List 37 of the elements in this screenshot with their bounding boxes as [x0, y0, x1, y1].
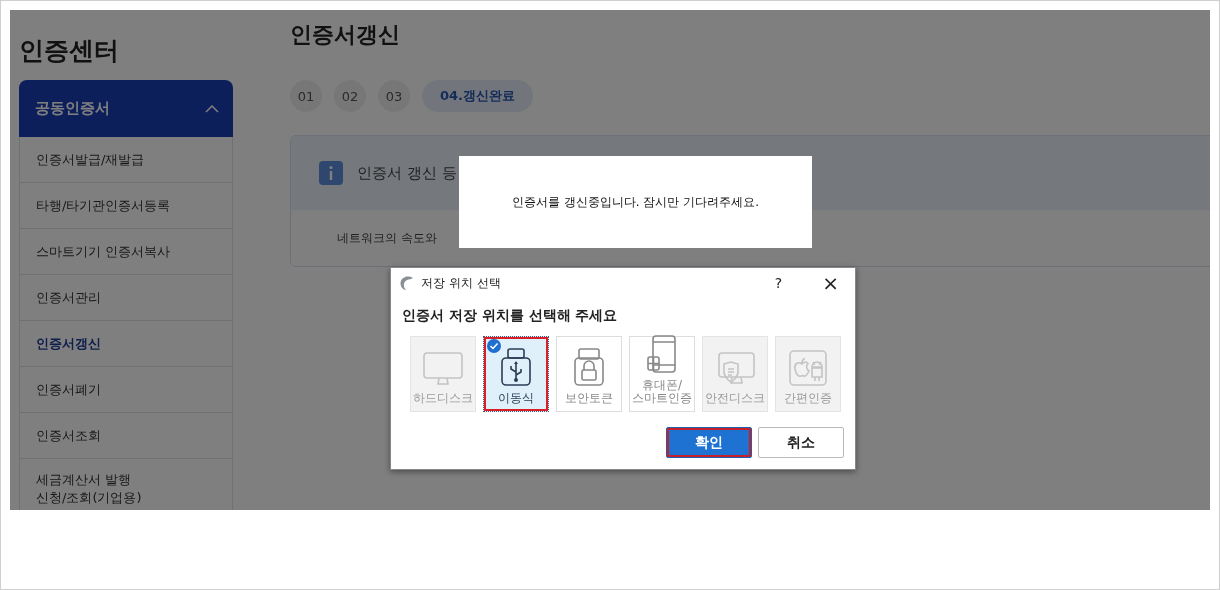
sidebar-item[interactable]: 인증서조회	[19, 413, 233, 459]
menu-group-header[interactable]: 공동인증서	[19, 80, 233, 137]
sidebar-item[interactable]: 인증서발급/재발급	[19, 137, 233, 183]
step-indicator[interactable]: 03	[378, 80, 410, 112]
page-title: 인증서갱신	[290, 21, 401, 49]
info-heading: 인증서 갱신 등	[357, 163, 457, 183]
sidebar-item[interactable]: 인증서폐기	[19, 367, 233, 413]
info-text: 네트워크의 속도와	[337, 229, 437, 247]
step-indicator[interactable]: 01	[290, 80, 322, 112]
cancel-button[interactable]: 취소	[758, 427, 844, 458]
shield-monitor-icon	[715, 352, 755, 386]
check-icon	[487, 339, 501, 353]
close-button[interactable]: ×	[816, 271, 845, 295]
storage-option[interactable]: 보안토큰	[556, 336, 622, 412]
sidebar-title: 인증센터	[19, 35, 120, 67]
monitor-icon	[423, 352, 463, 386]
sidebar-item[interactable]: 세금계산서 발행 신청/조회(기업용)	[19, 459, 233, 510]
step-indicator[interactable]: 04.갱신완료	[422, 80, 534, 112]
sidebar-item[interactable]: 인증서관리	[19, 275, 233, 321]
apple-android-icon	[788, 350, 828, 386]
usb-drive-icon	[501, 348, 531, 386]
sidebar-item[interactable]: 스마트기기 인증서복사	[19, 229, 233, 275]
phone-sim-icon	[647, 335, 677, 373]
sidebar-item[interactable]: 타행/타기관인증서등록	[19, 183, 233, 229]
sidebar-item[interactable]: 인증서갱신	[19, 321, 233, 367]
info-icon	[319, 161, 343, 185]
logo-icon	[399, 275, 415, 291]
storage-option[interactable]: 이동식	[483, 336, 549, 412]
lock-icon	[574, 348, 604, 386]
chevron-up-icon	[205, 104, 219, 113]
dialog-heading: 인증서 저장 위치를 선택해 주세요	[401, 306, 619, 325]
dialog-title: 저장 위치 선택	[421, 274, 502, 292]
confirm-button[interactable]: 확인	[666, 427, 752, 458]
help-button[interactable]: ?	[768, 275, 789, 291]
loading-message: 인증서를 갱신중입니다. 잠시만 기다려주세요.	[511, 193, 760, 211]
storage-option[interactable]: 휴대폰/ 스마트인증	[629, 336, 695, 412]
step-indicator[interactable]: 02	[334, 80, 366, 112]
